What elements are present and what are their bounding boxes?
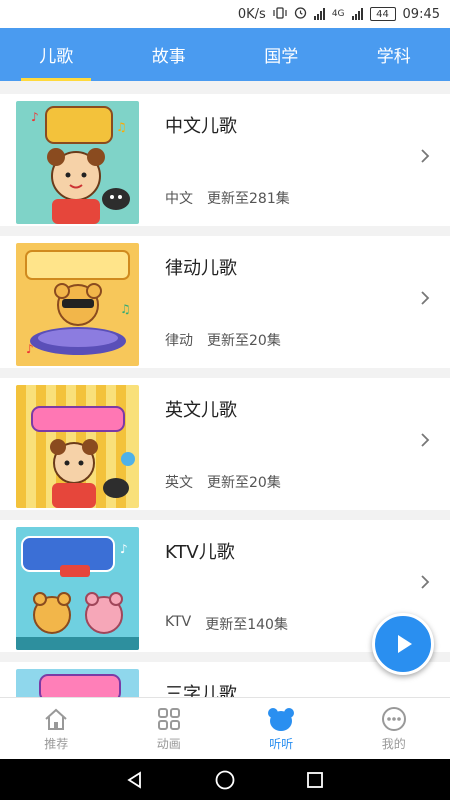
album-card[interactable]: ♪ ♫ 中文儿歌 中文 更新至281集 [0,94,450,226]
recents-icon[interactable] [305,770,325,790]
chevron-right-icon [418,430,432,450]
album-category: 中文 [165,191,193,207]
svg-text:♪: ♪ [26,342,34,356]
svg-text:♪: ♪ [120,542,128,556]
chevron-right-icon [418,288,432,308]
tab-stories[interactable]: 故事 [113,28,226,81]
play-button[interactable] [372,613,434,675]
bear-icon [268,707,295,731]
album-meta: 律动 更新至20集 [165,330,281,350]
tab-label: 国学 [264,47,299,67]
nav-label: 动画 [156,736,181,751]
more-icon [381,706,406,731]
album-cover: ♪ ♫ [16,243,139,366]
svg-text:♫: ♫ [116,120,127,134]
album-list: ♪ ♫ 中文儿歌 中文 更新至281集 ♪ ♫ 律动儿歌 律动 更新至20集 英… [0,94,450,697]
svg-text:♫: ♫ [120,302,131,316]
album-update-count: 更新至20集 [207,475,281,491]
chevron-right-icon [418,146,432,166]
tab-subjects[interactable]: 学科 [338,28,450,81]
network-type: 4G [331,9,345,19]
tab-label: 故事 [151,47,186,67]
album-card[interactable]: 英文儿歌 英文 更新至20集 [0,378,450,510]
signal-icon-2 [351,8,363,20]
status-bar: 0K/s 4G 44 09:45 [0,0,450,28]
nav-label: 推荐 [44,736,69,751]
album-title: 英文儿歌 [165,400,237,421]
home-circle-icon[interactable] [214,769,236,791]
album-title: 律动儿歌 [165,258,237,279]
album-title: 中文儿歌 [165,116,237,137]
album-update-count: 更新至20集 [207,333,281,349]
network-speed: 0K/s [237,6,266,22]
tab-classics[interactable]: 国学 [225,28,338,81]
tab-label: 学科 [376,47,411,67]
album-meta: 中文 更新至281集 [165,188,290,208]
album-cover: ♪ [16,527,139,650]
nav-label: 听听 [269,736,294,751]
album-cover [16,669,139,697]
bottom-navigation: 推荐 动画 听听 我的 [0,697,450,759]
play-icon [398,635,412,653]
album-category: KTV [165,614,192,630]
vibrate-icon [273,6,287,22]
album-meta: KTV 更新至140集 [165,614,288,634]
tab-active-indicator [21,78,92,81]
album-meta: 英文 更新至20集 [165,472,281,492]
nav-mine[interactable]: 我的 [338,698,450,759]
album-card[interactable]: ♪ ♫ 律动儿歌 律动 更新至20集 [0,236,450,368]
nav-listen[interactable]: 听听 [225,698,338,759]
nav-label: 我的 [381,736,406,751]
album-update-count: 更新至140集 [205,617,288,633]
category-tabs: 儿歌 故事 国学 学科 [0,28,450,81]
home-icon [45,708,67,730]
album-title: KTV儿歌 [165,542,235,563]
system-navigation-bar [0,759,450,800]
album-cover [16,385,139,508]
tab-label: 儿歌 [39,47,74,67]
album-category: 律动 [165,333,193,349]
grid-icon [157,707,180,730]
clock: 09:45 [402,6,440,22]
album-category: 英文 [165,475,193,491]
chevron-right-icon [418,572,432,592]
tab-nursery-rhymes[interactable]: 儿歌 [0,28,113,81]
album-cover: ♪ ♫ [16,101,139,224]
battery-indicator: 44 [369,7,396,21]
nav-animation[interactable]: 动画 [113,698,226,759]
album-title: 三字儿歌 [165,684,237,697]
svg-text:♪: ♪ [31,110,39,124]
signal-icon [313,8,325,20]
album-update-count: 更新至281集 [207,191,290,207]
alarm-icon [294,6,307,22]
nav-recommend[interactable]: 推荐 [0,698,113,759]
back-icon[interactable] [125,770,145,790]
